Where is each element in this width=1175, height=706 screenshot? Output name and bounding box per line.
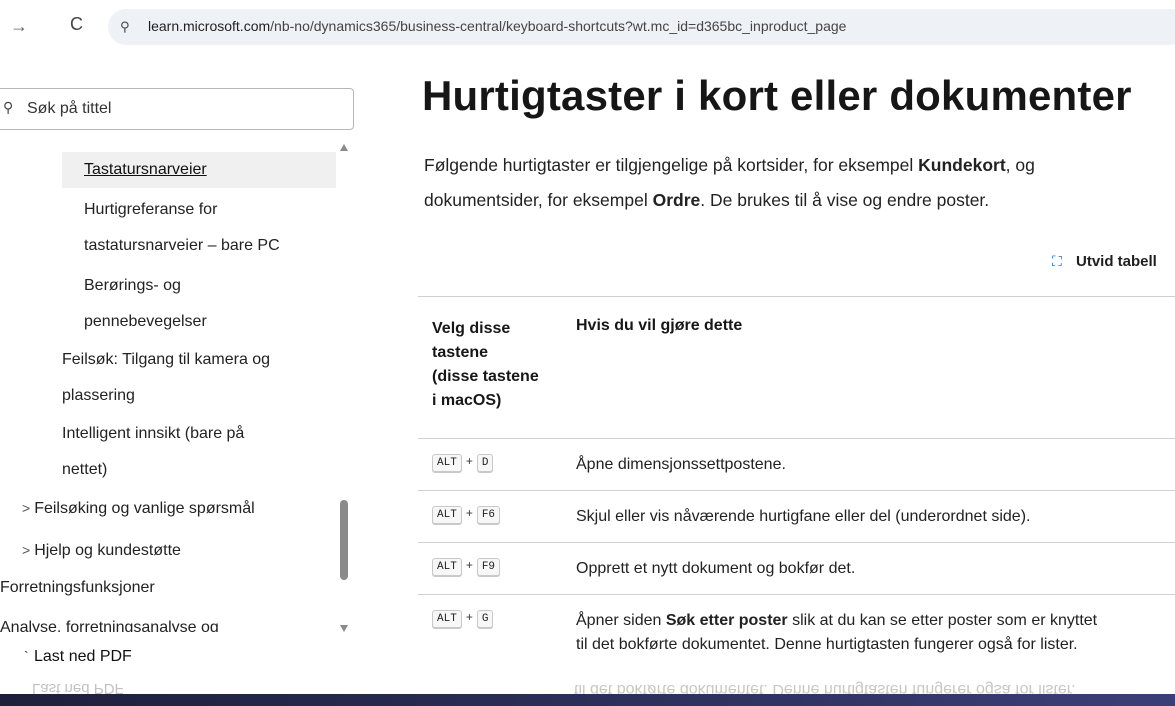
- intro-text: , og: [1005, 155, 1035, 175]
- header-line: i macOS): [432, 392, 502, 409]
- desc-text: til det bokførte dokumentet. Denne hurti…: [576, 636, 1078, 653]
- download-icon: `: [24, 648, 29, 664]
- toc-item-label: Feilsøk: Tilgang til kamera og: [62, 351, 271, 368]
- scrollbar-thumb[interactable]: [340, 500, 348, 580]
- toc-item-label: pennebevegelser: [84, 313, 207, 330]
- browser-toolbar: → C ⚲ learn.microsoft.com/nb-no/dynamics…: [0, 0, 1175, 56]
- toc-item-label: tastatursnarveier – bare PC: [84, 237, 280, 254]
- toc-item-feilsok-kamera[interactable]: Feilsøk: Tilgang til kamera og: [62, 342, 270, 378]
- url-host: learn.microsoft.com: [148, 18, 271, 34]
- table-row: ALT + D Åpne dimensjonssettpostene.: [418, 439, 1175, 491]
- column-header-action: Hvis du vil gjøre dette: [576, 317, 743, 334]
- table-row: ALT + F6 Skjul eller vis nåværende hurtigf…: [418, 491, 1175, 543]
- search-input[interactable]: [27, 97, 327, 121]
- toc-item-label: plassering: [62, 387, 135, 404]
- toc-item-forretningsfunksjoner[interactable]: Forretningsfunksjoner: [0, 570, 155, 606]
- toc-item-label: Hurtigreferanse for: [84, 201, 218, 218]
- key-cap: ALT: [432, 506, 462, 524]
- toc-item-label: nettet): [62, 461, 108, 478]
- toc-item-hjelp[interactable]: > Hjelp og kundestøtte: [22, 532, 181, 569]
- row-description: Åpne dimensjonssettpostene.: [576, 456, 786, 473]
- expand-table-label: Utvid tabell: [1076, 253, 1157, 270]
- forward-arrow-icon[interactable]: →: [10, 16, 28, 37]
- key-combo: ALT + F9: [432, 558, 501, 576]
- toc-item-label: Hjelp og kundestøtte: [34, 542, 181, 559]
- toc-item-intelligent-innsikt[interactable]: Intelligent innsikt (bare på: [62, 416, 244, 452]
- desc-text: slik at du kan se etter poster som er kn…: [787, 612, 1098, 629]
- site-settings-icon[interactable]: ⚲: [120, 19, 130, 35]
- row-description: Åpner siden Søk etter poster slik at du …: [576, 609, 1175, 657]
- table-of-contents: Tastatursnarveier Hurtigreferanse for ta…: [0, 142, 336, 632]
- toc-item-tastatursnarveier[interactable]: Tastatursnarveier: [62, 152, 336, 188]
- column-header-keys: Velg disse tastene (disse tastene i macO…: [432, 317, 562, 413]
- toc-item-beroerings-cont[interactable]: pennebevegelser: [84, 304, 207, 340]
- desc-bold-sok-etter-poster: Søk etter poster: [665, 612, 788, 629]
- intro-bold-ordre: Ordre: [652, 190, 701, 210]
- plus-sign: +: [465, 558, 473, 572]
- row-description: Opprett et nytt dokument og bokfør det.: [576, 560, 856, 577]
- toc-item-label: Feilsøking og vanlige spørsmål: [34, 500, 255, 517]
- url-path: /nb-no/dynamics365/business-central/keyb…: [270, 18, 847, 34]
- table-header: Velg disse tastene (disse tastene i macO…: [418, 296, 1175, 439]
- plus-sign: +: [465, 506, 473, 520]
- desc-text: Åpner siden: [576, 612, 666, 629]
- key-cap: D: [476, 454, 494, 472]
- chevron-right-icon: >: [22, 542, 31, 558]
- filter-icon: ⚲: [3, 99, 14, 115]
- toc-item-feilsok-kamera-cont[interactable]: plassering: [62, 378, 135, 414]
- toc-item-label: Forretningsfunksjoner: [0, 579, 155, 596]
- address-bar[interactable]: ⚲ learn.microsoft.com/nb-no/dynamics365/…: [108, 9, 1175, 45]
- key-cap: ALT: [432, 558, 462, 576]
- key-cap: ALT: [432, 454, 462, 472]
- header-line: Velg disse: [432, 320, 511, 337]
- key-combo: ALT + D: [432, 454, 494, 472]
- intro-text: Følgende hurtigtaster er tilgjengelige p…: [424, 155, 919, 175]
- key-cap: G: [476, 610, 494, 628]
- scroll-up-arrow-icon[interactable]: [340, 144, 348, 151]
- toc-item-label: Berørings- og: [84, 277, 181, 294]
- toc-item-label: Analyse, forretningsanalyse og: [0, 619, 219, 632]
- download-pdf-label: Last ned PDF: [34, 648, 132, 665]
- plus-sign: +: [465, 454, 473, 468]
- header-line: tastene: [432, 344, 489, 361]
- key-cap: F6: [476, 506, 501, 524]
- taskbar-band: [0, 694, 1175, 706]
- toc-item-analyse[interactable]: Analyse, forretningsanalyse og: [0, 610, 219, 632]
- key-cap: F9: [476, 558, 501, 576]
- row-description: Skjul eller vis nåværende hurtigfane ell…: [576, 508, 1031, 525]
- scroll-down-arrow-icon[interactable]: [340, 625, 348, 632]
- intro-text: . De brukes til å vise og endre poster.: [700, 190, 990, 210]
- header-line: (disse tastene: [432, 368, 539, 385]
- table-row: ALT + F9 Opprett et nytt dokument og bokfø…: [418, 543, 1175, 595]
- chevron-right-icon: >: [22, 500, 31, 516]
- intro-bold-kundekort: Kundekort: [918, 155, 1006, 175]
- expand-table-button[interactable]: ⛶ Utvid tabell: [1052, 253, 1157, 270]
- toc-item-intelligent-innsikt-cont[interactable]: nettet): [62, 452, 107, 488]
- search-box[interactable]: ⚲: [0, 88, 354, 130]
- toc-item-label: Intelligent innsikt (bare på: [62, 425, 245, 442]
- reload-icon[interactable]: C: [70, 14, 83, 35]
- key-combo: ALT + G: [432, 610, 494, 628]
- page-title: Hurtigtaster i kort eller dokumenter: [422, 72, 1132, 119]
- intro-text: dokumentsider, for eksempel: [424, 190, 653, 210]
- toc-item-beroerings[interactable]: Berørings- og: [84, 268, 181, 304]
- toc-item-hurtigreferanse[interactable]: Hurtigreferanse for: [84, 192, 217, 228]
- expand-icon: ⛶: [1052, 253, 1062, 269]
- download-pdf-link[interactable]: ` Last ned PDF: [24, 648, 132, 666]
- toc-item-label: Tastatursnarveier: [84, 161, 207, 178]
- toc-item-hurtigreferanse-cont[interactable]: tastatursnarveier – bare PC: [84, 228, 280, 264]
- url-text[interactable]: learn.microsoft.com/nb-no/dynamics365/bu…: [148, 18, 846, 34]
- plus-sign: +: [465, 610, 473, 624]
- toc-scrollbar[interactable]: [338, 142, 350, 632]
- key-combo: ALT + F6: [432, 506, 501, 524]
- key-cap: ALT: [432, 610, 462, 628]
- intro-paragraph: Følgende hurtigtaster er tilgjengelige p…: [424, 148, 1175, 218]
- shortcuts-table: Velg disse tastene (disse tastene i macO…: [418, 296, 1175, 685]
- toc-item-feilsoking[interactable]: > Feilsøking og vanlige spørsmål: [22, 490, 255, 527]
